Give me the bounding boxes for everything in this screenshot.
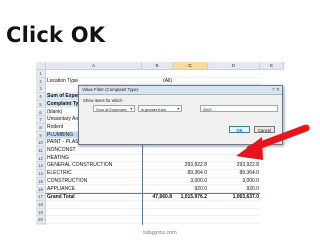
footer-credit: tutsgyros.com — [143, 230, 177, 236]
arrow-head — [236, 137, 263, 160]
red-arrow-icon — [236, 124, 310, 160]
